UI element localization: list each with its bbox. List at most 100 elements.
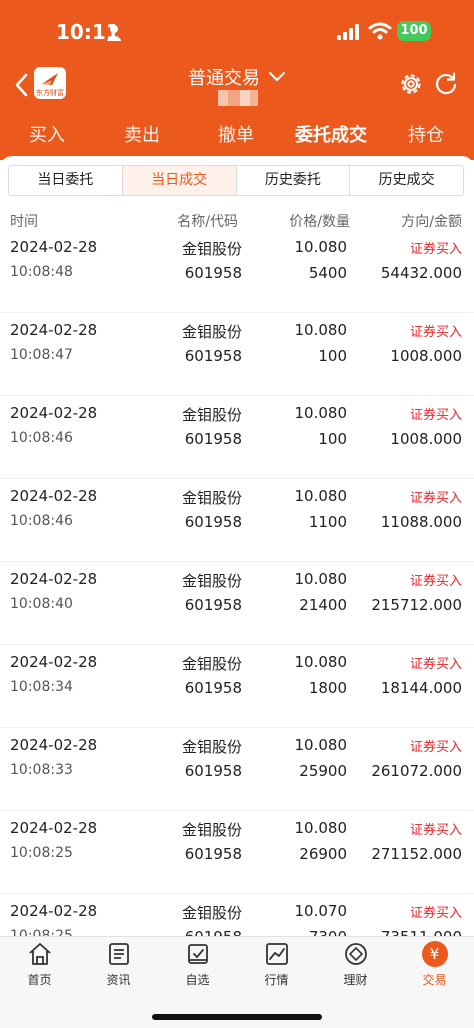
stock-name: 金钼股份: [181, 904, 242, 922]
trade-amount: 54432.000: [380, 264, 462, 282]
home-indicator: [152, 1014, 322, 1020]
stock-name: 金钼股份: [181, 489, 242, 507]
cellular-signal-icon: [337, 24, 359, 40]
stock-code: 601958: [184, 762, 242, 780]
trade-amount: 1008.000: [390, 347, 462, 365]
table-row[interactable]: 2024-02-28 10:08:25 金钼股份 601958 10.080 26900 证…: [0, 811, 474, 894]
main-tabs: 买入 卖出 撤单 委托成交 持仓: [0, 115, 474, 155]
trade-quantity: 5400: [308, 264, 347, 282]
trade-date: 2024-02-28: [10, 238, 98, 256]
trade-quantity: 25900: [299, 762, 347, 780]
table-row[interactable]: 2024-02-28 10:08:34 金钼股份 601958 10.080 1800 证券…: [0, 645, 474, 728]
bottom-nav-watchlist-label: 自选: [185, 973, 210, 987]
stock-code: 601958: [184, 596, 242, 614]
bottom-nav-wealth[interactable]: 理财: [316, 941, 395, 993]
trade-time: 10:08:34: [10, 679, 73, 695]
table-row[interactable]: 2024-02-28 10:08:47 金钼股份 601958 10.080 100 证券买…: [0, 313, 474, 396]
tab-positions[interactable]: 持仓: [381, 121, 471, 147]
trade-date: 2024-02-28: [10, 819, 98, 837]
wealth-icon: [344, 943, 367, 965]
table-row[interactable]: 2024-02-28 10:08:25 金钼股份 601958 10.070 7300 证券…: [0, 894, 474, 938]
table-row[interactable]: 2024-02-28 10:08:46 金钼股份 601958 10.080 1100 证券…: [0, 479, 474, 562]
trade-direction: 证券买入: [409, 906, 462, 921]
bottom-nav-wealth-label: 理财: [343, 973, 368, 987]
header-name-code: 名称/代码: [177, 214, 238, 230]
trade-price: 10.080: [294, 736, 348, 754]
trade-price: 10.080: [294, 238, 348, 256]
table-row[interactable]: 2024-02-28 10:08:46 金钼股份 601958 10.080 100 证券买…: [0, 396, 474, 479]
bottom-nav-news[interactable]: 资讯: [79, 941, 158, 993]
table-row[interactable]: 2024-02-28 10:08:40 金钼股份 601958 10.080 21400 证…: [0, 562, 474, 645]
trade-time: 10:08:33: [10, 762, 73, 778]
bottom-nav-news-label: 资讯: [106, 973, 131, 987]
stock-code: 601958: [184, 679, 242, 697]
stock-code: 601958: [184, 347, 242, 365]
stock-name: 金钼股份: [181, 572, 242, 590]
bottom-nav-trade[interactable]: ¥ 交易: [395, 941, 474, 993]
trade-amount: 271152.000: [371, 845, 462, 863]
table-row[interactable]: 2024-02-28 10:08:48 金钼股份 601958 10.080 5400 证券…: [0, 238, 474, 313]
stock-code: 601958: [184, 430, 242, 448]
trade-date: 2024-02-28: [10, 736, 98, 754]
trade-direction: 证券买入: [409, 823, 462, 838]
trade-amount: 1008.000: [390, 430, 462, 448]
trade-amount: 18144.000: [380, 679, 462, 697]
subtab-today-orders[interactable]: 当日委托: [9, 166, 123, 195]
trade-date: 2024-02-28: [10, 570, 98, 588]
tab-orders-trades[interactable]: 委托成交: [286, 121, 376, 147]
trade-date: 2024-02-28: [10, 487, 98, 505]
tab-sell[interactable]: 卖出: [97, 121, 187, 147]
trade-time: 10:08:48: [10, 264, 73, 280]
person-icon: [107, 25, 121, 41]
trade-price: 10.080: [294, 404, 348, 422]
refresh-icon[interactable]: [433, 71, 459, 97]
subtab-history-trades[interactable]: 历史成交: [350, 166, 463, 195]
bottom-nav-market-label: 行情: [264, 973, 289, 987]
stock-name: 金钼股份: [181, 655, 242, 673]
page-title: 普通交易: [188, 68, 260, 89]
bottom-nav-watchlist[interactable]: 自选: [158, 941, 237, 993]
trade-date: 2024-02-28: [10, 404, 98, 422]
watchlist-icon: [187, 944, 208, 964]
trade-price: 10.080: [294, 487, 348, 505]
nav-bar: 东方财富 普通交易: [0, 62, 474, 112]
header-price-qty: 价格/数量: [289, 214, 350, 230]
trade-direction: 证券买入: [409, 574, 462, 589]
bottom-nav-home-label: 首页: [27, 973, 52, 987]
gear-icon[interactable]: [398, 71, 424, 97]
account-mask: [218, 90, 258, 106]
trade-time: 10:08:25: [10, 845, 73, 861]
wifi-icon: [368, 22, 392, 40]
trade-time: 10:08:47: [10, 347, 73, 363]
stock-name: 金钼股份: [181, 821, 242, 839]
bottom-nav-home[interactable]: 首页: [0, 941, 79, 993]
bottom-nav-market[interactable]: 行情: [237, 941, 316, 993]
trade-direction: 证券买入: [409, 657, 462, 672]
trade-price: 10.080: [294, 570, 348, 588]
trade-price: 10.070: [294, 902, 348, 920]
stock-name: 金钼股份: [181, 406, 242, 424]
trade-direction: 证券买入: [409, 740, 462, 755]
table-row[interactable]: 2024-02-28 10:08:33 金钼股份 601958 10.080 25900 证…: [0, 728, 474, 811]
battery-level: 100: [397, 21, 431, 41]
trade-time: 10:08:40: [10, 596, 73, 612]
trade-quantity: 100: [318, 347, 347, 365]
trade-list[interactable]: 2024-02-28 10:08:48 金钼股份 601958 10.080 5400 证券…: [0, 238, 474, 938]
subtab-today-trades[interactable]: 当日成交: [122, 166, 237, 195]
stock-name: 金钼股份: [181, 738, 242, 756]
tab-cancel[interactable]: 撤单: [191, 121, 281, 147]
subtab-history-orders[interactable]: 历史委托: [237, 166, 351, 195]
trade-date: 2024-02-28: [10, 321, 98, 339]
trade-quantity: 100: [318, 430, 347, 448]
stock-code: 601958: [184, 264, 242, 282]
sub-tabs: 当日委托 当日成交 历史委托 历史成交: [8, 165, 464, 196]
trade-date: 2024-02-28: [10, 653, 98, 671]
status-bar: 10:11 100: [0, 0, 474, 62]
bottom-nav: 首页 资讯 自选 行情 理财 ¥ 交易: [0, 936, 474, 1028]
header-direction-amount: 方向/金额: [401, 214, 462, 230]
tab-buy[interactable]: 买入: [2, 121, 92, 147]
trade-direction: 证券买入: [409, 491, 462, 506]
trade-time: 10:08:46: [10, 430, 73, 446]
chart-icon: [265, 943, 288, 965]
trade-price: 10.080: [294, 321, 348, 339]
